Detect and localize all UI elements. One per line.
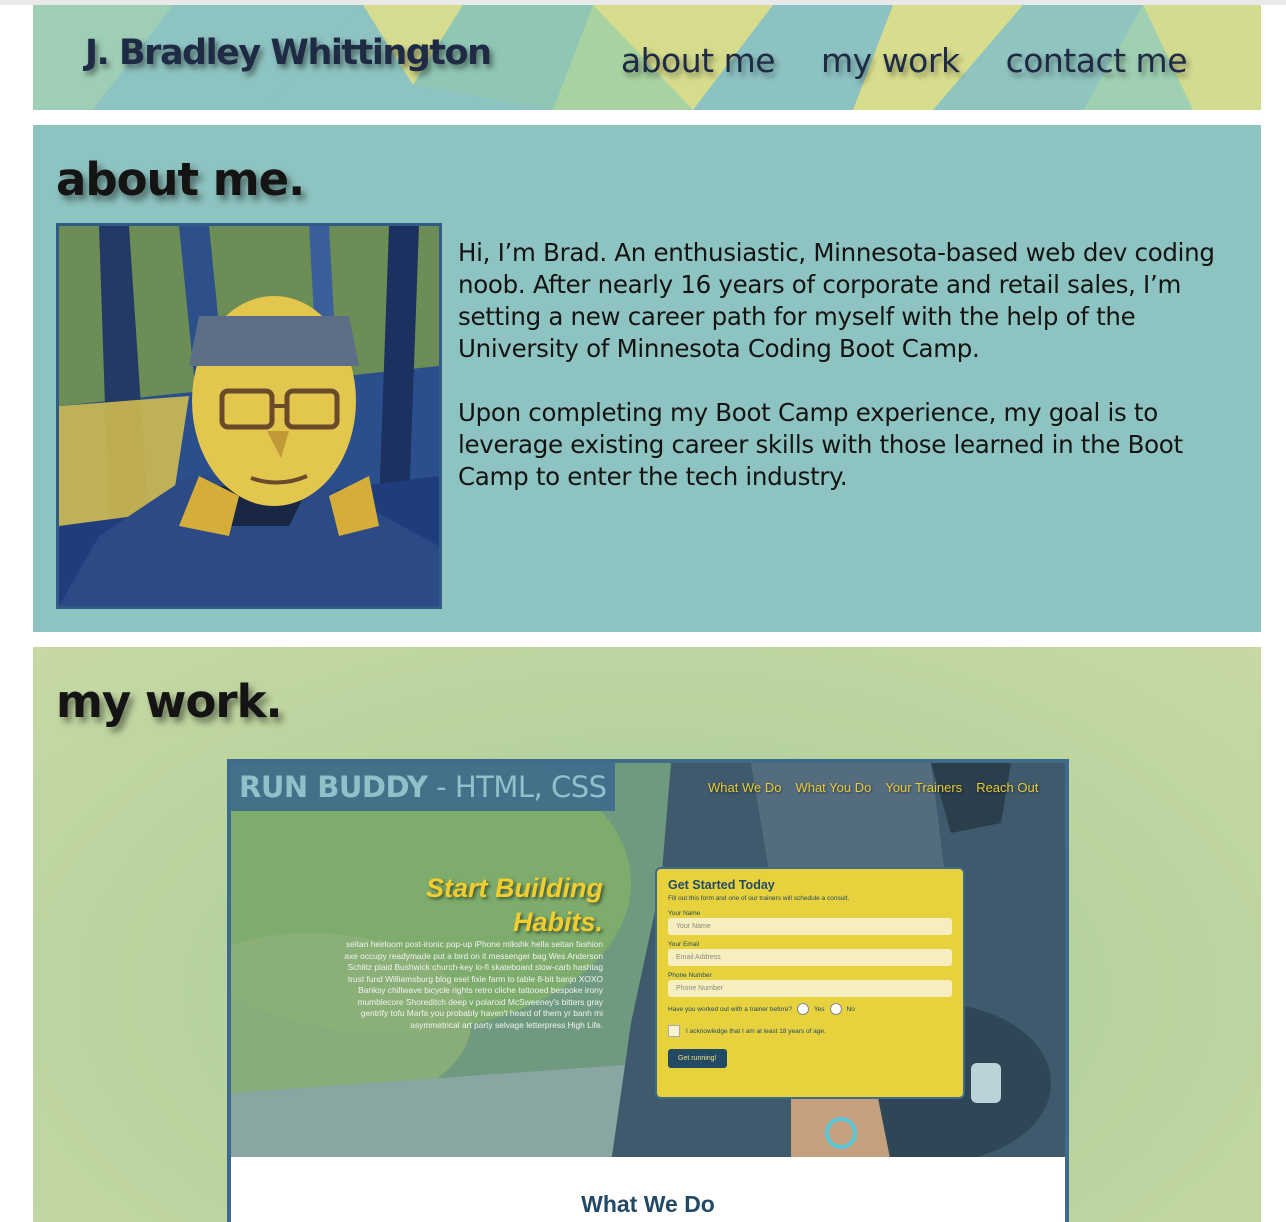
form-radio-yes-label: Yes [813,1005,825,1013]
portrait-image [56,223,442,609]
about-section: about me. Hi, I’m Brad. An enthusiastic,… [33,125,1261,632]
project-nav: What We Do What You Do Your Trainers Rea… [708,780,1038,795]
bio-paragraph-1: Hi, I’m Brad. An enthusiastic, Minnesota… [458,238,1215,363]
project-title-label[interactable]: RUN BUDDY - HTML, CSS [231,763,615,811]
project-form-card: Get Started Today Fill out this form and… [655,867,965,1099]
form-radio-no-label: No [846,1005,855,1013]
work-title: my work. [56,675,283,728]
portrait-illustration [59,226,439,606]
project-nav-item: What You Do [795,780,872,795]
site-header: J. Bradley Whittington about me my work … [33,5,1261,110]
project-nav-item: Reach Out [976,780,1039,795]
work-section: my work. RUN BUDDY - HTML, CSS What We D… [33,647,1261,1222]
form-name-input: Your Name [668,918,952,935]
project-separator: - [427,770,455,804]
form-checkbox-label: I acknowledge that I am at least 18 year… [686,1027,826,1035]
project-section-heading: What We Do [581,1191,715,1217]
nav-about-me[interactable]: about me [621,41,776,80]
nav-my-work[interactable]: my work [821,41,960,80]
form-check-row: I acknowledge that I am at least 18 year… [668,1025,952,1037]
bio-paragraph-2: Upon completing my Boot Camp experience,… [458,398,1183,491]
project-name: RUN BUDDY [239,770,428,804]
project-headline: Start Building Habits. [426,871,603,939]
form-title: Get Started Today [668,878,775,892]
checkbox-icon [668,1025,680,1037]
site-brand[interactable]: J. Bradley Whittington [85,33,492,73]
headline-line-1: Start Building [426,873,603,903]
project-tech: HTML, CSS [454,770,607,804]
project-nav-item: What We Do [708,780,782,795]
form-name-label: Your Name [668,910,701,917]
form-email-input: Email Address [668,949,952,966]
nav-contact-me[interactable]: contact me [1006,41,1188,80]
project-nav-item: Your Trainers [885,780,963,795]
form-radio-row: Have you worked out with a trainer befor… [668,1003,952,1015]
project-card-run-buddy[interactable]: RUN BUDDY - HTML, CSS What We Do What Yo… [227,759,1069,1222]
about-title: about me. [56,153,305,206]
radio-no-icon [829,1003,842,1015]
form-submit-button: Get running! [668,1049,727,1068]
project-blurb: seitan heirloom post-ironic pop-up iPhon… [344,939,603,1030]
form-phone-label: Phone Number [668,972,712,979]
form-email-label: Your Email [668,941,700,948]
radio-yes-icon [796,1003,809,1015]
form-subtitle: Fill out this form and one of our traine… [668,895,850,902]
bio-text: Hi, I’m Brad. An enthusiastic, Minnesota… [458,237,1218,525]
main-nav: about me my work contact me [621,41,1188,80]
headline-line-2: Habits. [512,907,603,937]
form-phone-input: Phone Number [668,980,952,997]
form-radio-question: Have you worked out with a trainer befor… [668,1005,792,1013]
